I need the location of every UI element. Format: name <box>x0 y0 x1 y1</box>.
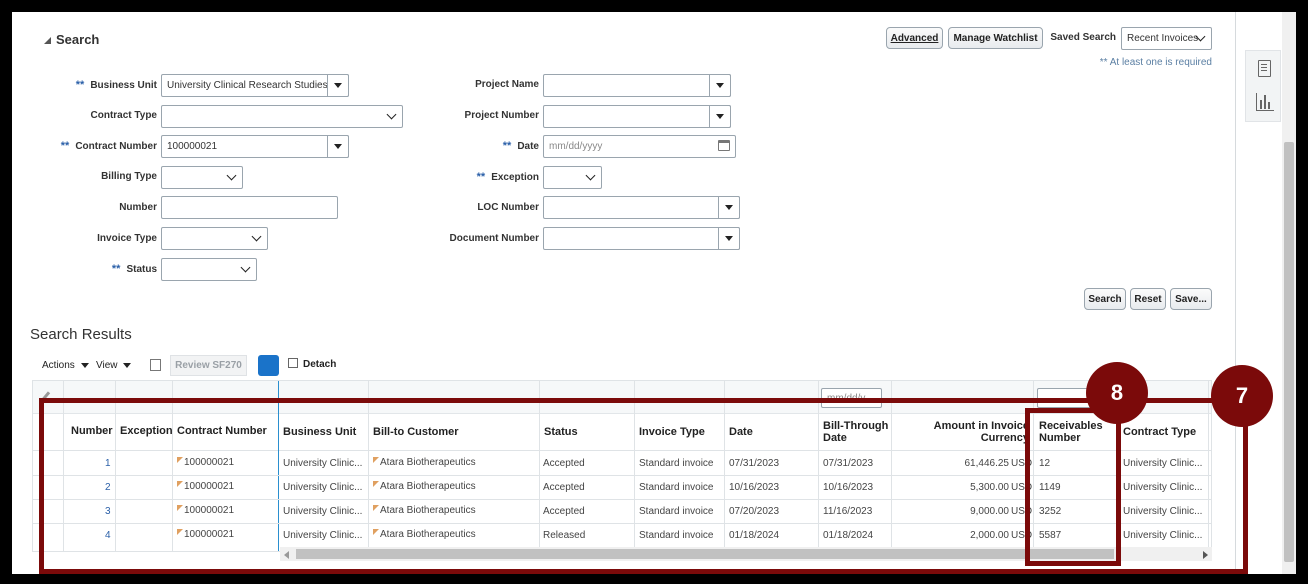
billing-type-label: Billing Type <box>101 171 157 182</box>
number-input[interactable] <box>161 196 338 219</box>
chevron-down-icon <box>386 109 397 120</box>
project-number-field[interactable] <box>543 105 731 128</box>
menu-arrow-icon <box>123 363 132 368</box>
manage-watchlist-button[interactable]: Manage Watchlist <box>948 27 1043 49</box>
review-sf270-button[interactable]: Review SF270 <box>170 355 247 376</box>
invoice-type-label: Invoice Type <box>97 233 157 244</box>
saved-search-select[interactable]: Recent Invoices <box>1121 27 1212 50</box>
document-number-field[interactable] <box>543 227 740 250</box>
loc-number-label: LOC Number <box>477 202 539 213</box>
document-number-dropdown-button[interactable] <box>718 227 740 250</box>
vertical-scrollbar[interactable] <box>1282 12 1296 574</box>
billing-type-select[interactable] <box>161 166 243 189</box>
dropdown-arrow-icon <box>716 83 724 88</box>
contract-type-label: Contract Type <box>90 110 158 121</box>
detach-button[interactable]: Detach <box>288 358 336 370</box>
contract-number-field[interactable]: 100000021 <box>161 135 349 158</box>
dropdown-arrow-icon <box>334 144 342 149</box>
loc-number-field[interactable] <box>543 196 740 219</box>
project-name-dropdown-button[interactable] <box>709 74 731 97</box>
business-unit-label: ** Business Unit <box>75 79 157 91</box>
side-panel-toolbar <box>1245 50 1281 122</box>
advanced-button[interactable]: Advanced <box>886 27 943 49</box>
detach-icon <box>288 358 298 368</box>
business-unit-dropdown-button[interactable] <box>327 74 349 97</box>
contract-number-label: ** Contract Number <box>60 140 157 152</box>
collapse-triangle-icon[interactable] <box>44 37 51 44</box>
dropdown-arrow-icon <box>334 83 342 88</box>
date-input[interactable]: mm/dd/yyyy <box>543 135 736 158</box>
required-note: ** At least one is required <box>1099 57 1212 68</box>
contract-number-dropdown-button[interactable] <box>327 135 349 158</box>
callout-box-8 <box>1025 408 1121 566</box>
loc-number-dropdown-button[interactable] <box>718 196 740 219</box>
project-name-field[interactable] <box>543 74 731 97</box>
vertical-scroll-thumb[interactable] <box>1284 142 1294 562</box>
callout-badge-8: 8 <box>1086 362 1148 424</box>
project-number-label: Project Number <box>464 110 539 121</box>
query-by-example-icon[interactable] <box>258 355 279 376</box>
date-label: ** Date <box>502 140 539 152</box>
business-unit-field[interactable]: University Clinical Research Studies <box>161 74 349 97</box>
exception-select[interactable] <box>543 166 602 189</box>
chevron-down-icon <box>226 170 237 181</box>
view-menu[interactable]: View <box>96 360 132 371</box>
exception-label: ** Exception <box>476 171 539 183</box>
menu-arrow-icon <box>80 363 89 368</box>
project-name-label: Project Name <box>475 79 539 90</box>
chevron-down-icon <box>251 231 262 242</box>
project-number-dropdown-button[interactable] <box>709 105 731 128</box>
invoice-type-select[interactable] <box>161 227 268 250</box>
app-window: Search Advanced Manage Watchlist Saved S… <box>12 12 1296 574</box>
reset-button[interactable]: Reset <box>1130 288 1166 310</box>
status-label: ** Status <box>111 263 157 275</box>
save-button[interactable]: Save... <box>1170 288 1212 310</box>
chevron-down-icon <box>240 262 251 273</box>
calendar-icon[interactable] <box>718 140 730 151</box>
bar-chart-icon[interactable] <box>1256 93 1274 111</box>
dropdown-arrow-icon <box>716 114 724 119</box>
dropdown-arrow-icon <box>725 205 733 210</box>
contract-type-select[interactable] <box>161 105 403 128</box>
number-label: Number <box>119 202 157 213</box>
document-icon[interactable] <box>1258 60 1271 77</box>
status-select[interactable] <box>161 258 257 281</box>
search-button[interactable]: Search <box>1084 288 1126 310</box>
dropdown-arrow-icon <box>725 236 733 241</box>
callout-badge-7: 7 <box>1211 365 1273 427</box>
format-icon[interactable] <box>150 359 161 371</box>
document-number-label: Document Number <box>449 233 539 244</box>
actions-menu[interactable]: Actions <box>42 360 89 371</box>
chevron-down-icon <box>585 170 596 181</box>
search-results-title: Search Results <box>30 326 132 343</box>
saved-search-label: Saved Search <box>1050 32 1116 43</box>
search-section-header[interactable]: Search <box>44 32 99 47</box>
search-title: Search <box>56 32 100 47</box>
